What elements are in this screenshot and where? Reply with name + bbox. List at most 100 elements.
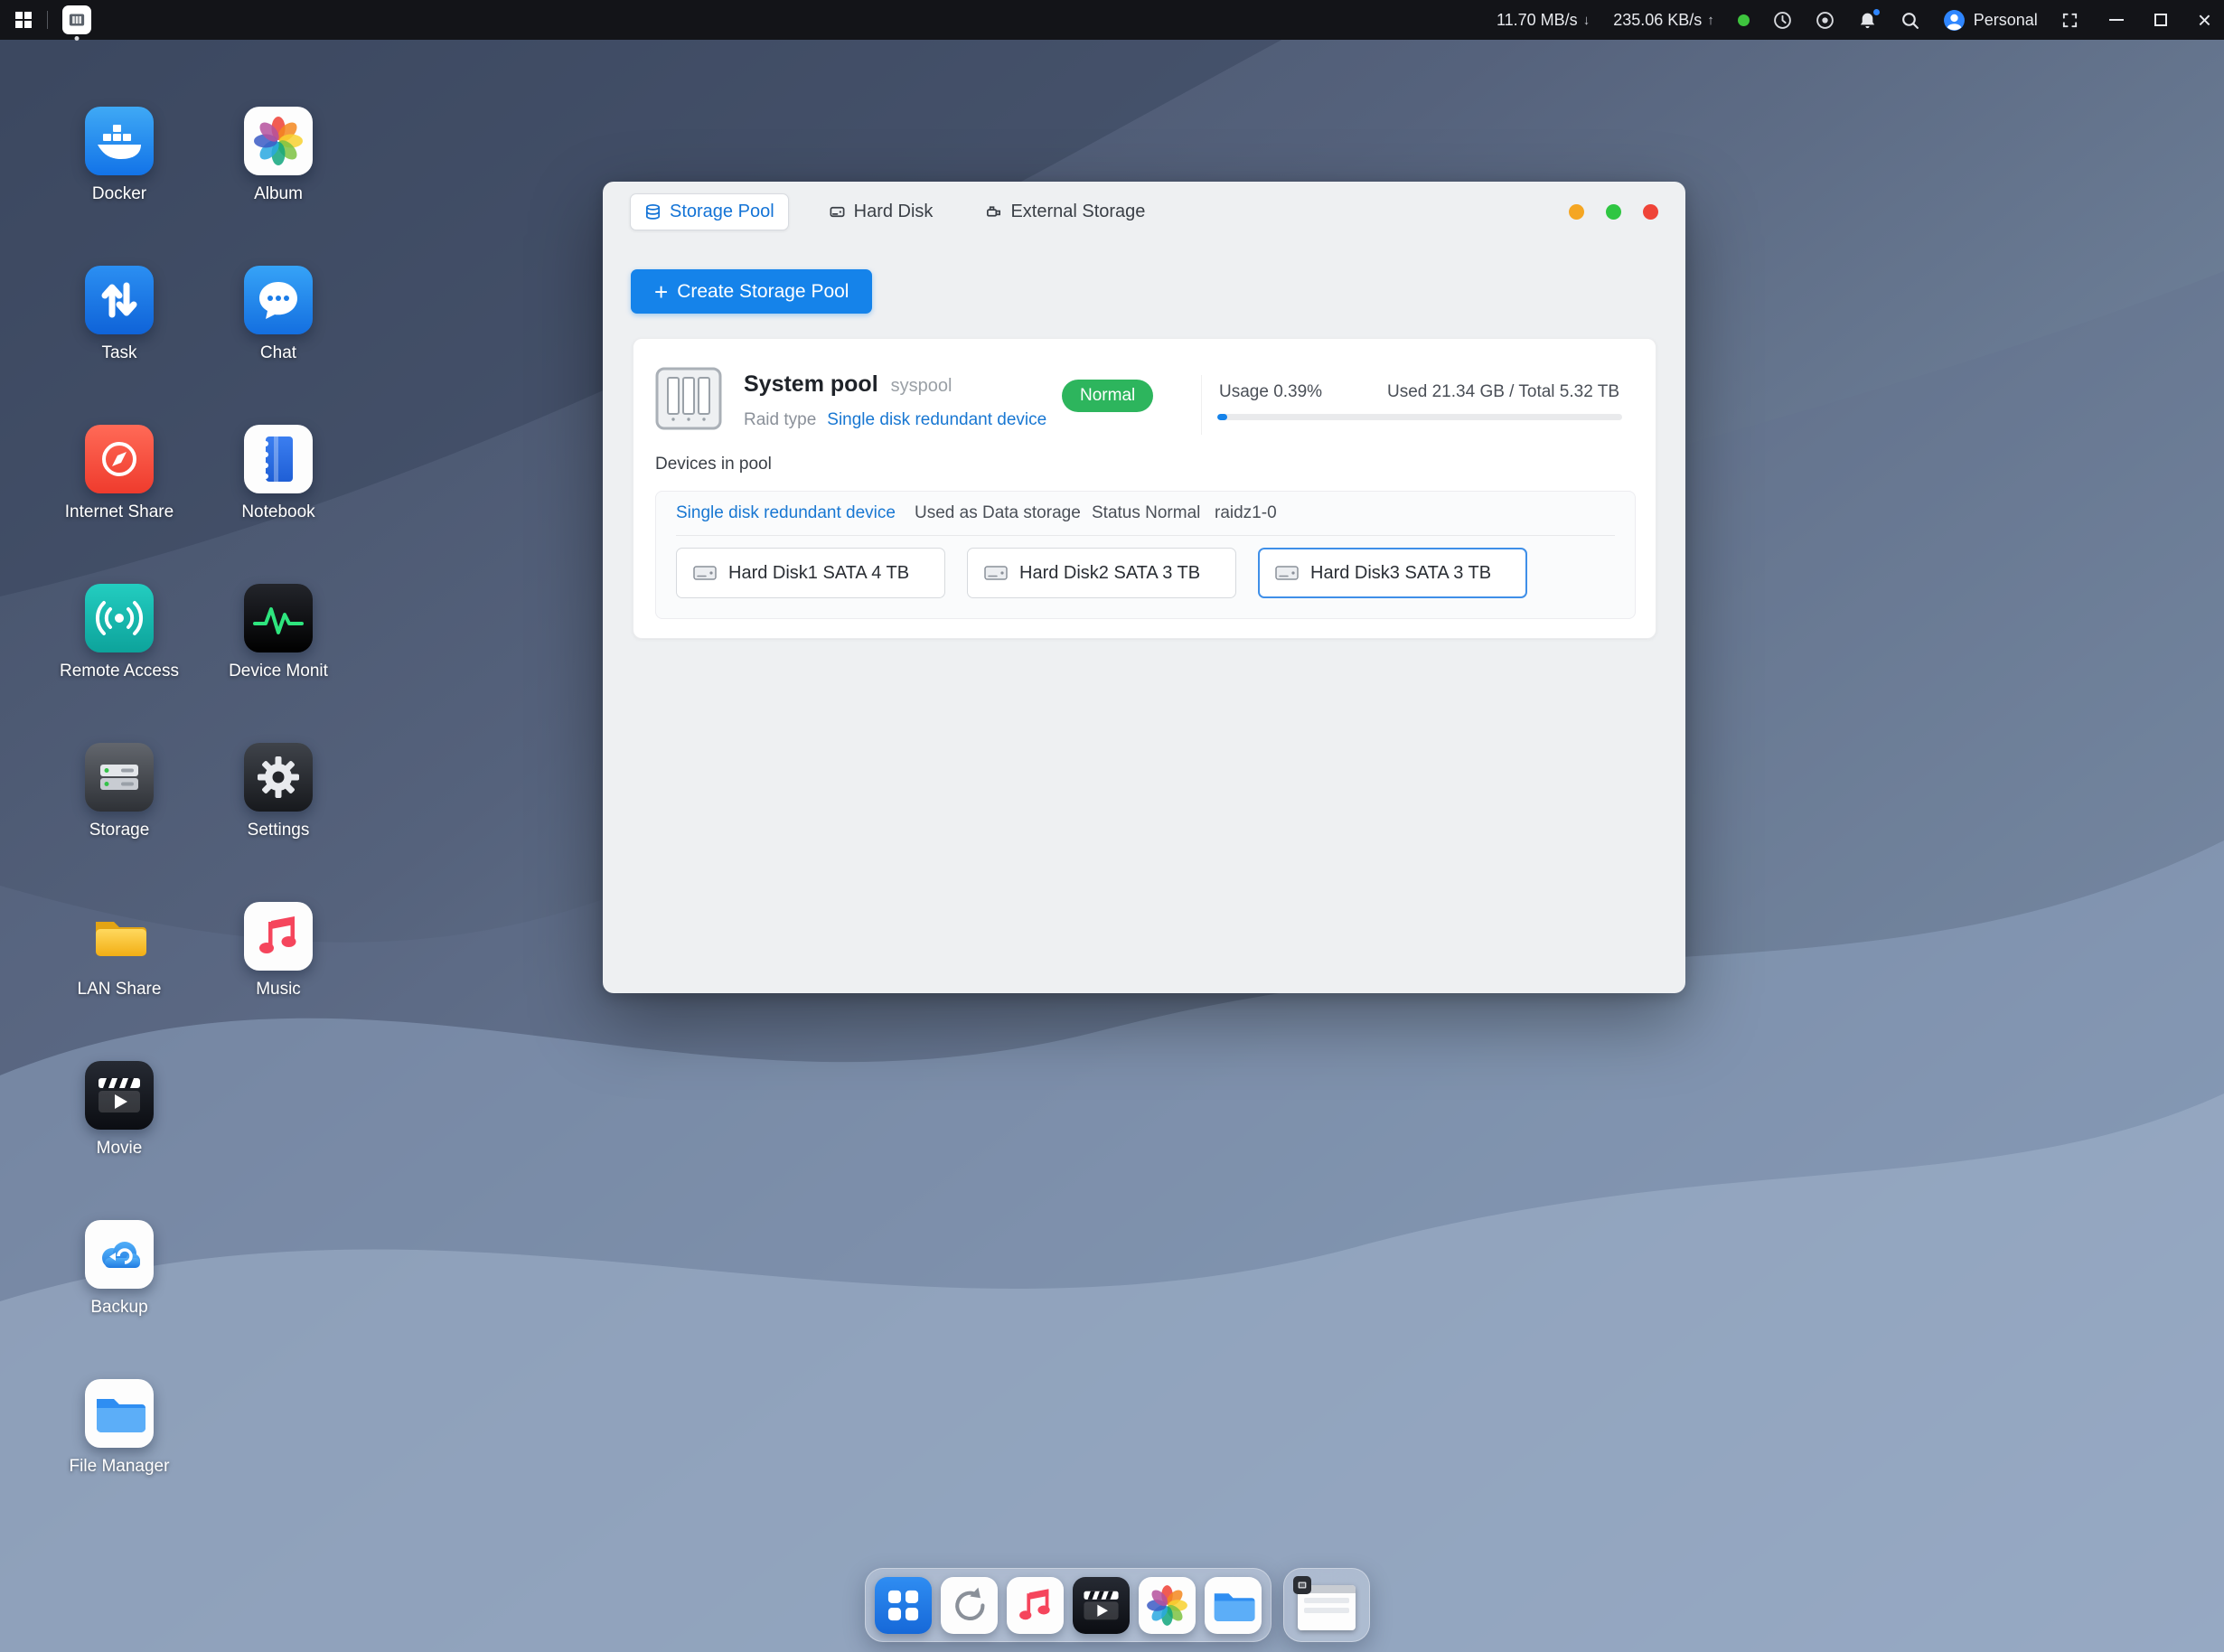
tab-label: Hard Disk bbox=[854, 202, 934, 222]
disk-chip-1[interactable]: Hard Disk1 SATA 4 TB bbox=[676, 548, 945, 598]
raid-type-link[interactable]: Single disk redundant device bbox=[827, 410, 1046, 430]
chat-bubble-icon bbox=[244, 266, 313, 334]
pool-used-total-text: Used 21.34 GB / Total 5.32 TB bbox=[1387, 382, 1619, 402]
desktop-icon-movie[interactable]: Movie bbox=[52, 1061, 187, 1220]
close-button[interactable]: × bbox=[2198, 11, 2211, 29]
pool-usage-progressbar bbox=[1217, 414, 1622, 420]
desktop-icon-chat[interactable]: Chat bbox=[211, 266, 346, 425]
tab-storage-pool[interactable]: Storage Pool bbox=[630, 193, 789, 230]
notebook-icon bbox=[244, 425, 313, 493]
compass-icon bbox=[85, 425, 154, 493]
app-grid-icon bbox=[875, 1577, 932, 1634]
avatar bbox=[1943, 9, 1966, 32]
storage-drive-icon bbox=[65, 8, 89, 32]
search-icon bbox=[1900, 11, 1919, 30]
close-traffic-button[interactable] bbox=[1643, 204, 1658, 220]
maximize-traffic-button[interactable] bbox=[1606, 204, 1621, 220]
network-download-speed: 11.70 MB/s ↓ bbox=[1497, 11, 1590, 30]
icon-label: Chat bbox=[260, 343, 296, 363]
desktop-icon-remote-access[interactable]: Remote Access bbox=[52, 584, 187, 743]
drive-stack-icon bbox=[85, 743, 154, 812]
desktop-icon-device-monitor[interactable]: Device Monit bbox=[211, 584, 346, 743]
desktop-icon-docker[interactable]: Docker bbox=[52, 107, 187, 266]
net-down-value: 11.70 MB/s bbox=[1497, 11, 1578, 30]
disk-icon bbox=[984, 564, 1008, 582]
maximize-button[interactable] bbox=[2154, 14, 2167, 26]
photos-flower-icon bbox=[1139, 1577, 1196, 1634]
blue-folder-icon bbox=[85, 1379, 154, 1448]
dock-recycle[interactable] bbox=[941, 1577, 998, 1634]
ecg-line-icon bbox=[244, 584, 313, 652]
music-note-icon bbox=[244, 902, 313, 971]
dock-movie[interactable] bbox=[1073, 1577, 1130, 1634]
pool-usage-fill bbox=[1217, 414, 1227, 420]
start-grid-icon bbox=[14, 11, 33, 29]
tab-hard-disk[interactable]: Hard Disk bbox=[816, 193, 946, 230]
storage-app-window: Storage Pool Hard Disk External Storage bbox=[603, 182, 1685, 993]
dock-window-preview[interactable] bbox=[1293, 1576, 1360, 1634]
notifications-button[interactable] bbox=[1858, 11, 1877, 30]
disk-icon bbox=[1275, 564, 1299, 582]
minimize-icon bbox=[2109, 19, 2124, 21]
pool-status-badge: Normal bbox=[1062, 380, 1153, 412]
group-raid-link[interactable]: Single disk redundant device bbox=[676, 503, 896, 523]
icon-label: Storage bbox=[89, 821, 150, 840]
icon-label: Movie bbox=[97, 1139, 143, 1159]
desktop-icon-file-manager[interactable]: File Manager bbox=[52, 1379, 187, 1538]
icon-label: Settings bbox=[248, 821, 310, 840]
desktop-icon-storage[interactable]: Storage bbox=[52, 743, 187, 902]
group-used-as: Used as Data storage bbox=[915, 503, 1081, 523]
group-divider bbox=[676, 535, 1615, 536]
minimize-button[interactable] bbox=[2109, 19, 2124, 21]
raid-group-box: Single disk redundant device Used as Dat… bbox=[655, 491, 1636, 619]
disk-chip-3[interactable]: Hard Disk3 SATA 3 TB bbox=[1258, 548, 1527, 598]
minimize-traffic-button[interactable] bbox=[1569, 204, 1584, 220]
user-menu[interactable]: Personal bbox=[1943, 9, 2038, 32]
desktop-icon-settings[interactable]: Settings bbox=[211, 743, 346, 902]
desktop-icon-album[interactable]: Album bbox=[211, 107, 346, 266]
desktop-icon-task[interactable]: Task bbox=[52, 266, 187, 425]
start-button[interactable] bbox=[14, 11, 33, 29]
dock-running-windows bbox=[1283, 1568, 1370, 1642]
hard-disk-icon bbox=[829, 203, 846, 221]
create-storage-pool-button[interactable]: + Create Storage Pool bbox=[631, 269, 872, 314]
dock-app-launcher[interactable] bbox=[875, 1577, 932, 1634]
icon-label: Remote Access bbox=[60, 662, 179, 681]
desktop-icon-music[interactable]: Music bbox=[211, 902, 346, 1061]
pool-name: System pool bbox=[744, 371, 878, 398]
resource-tray-button[interactable] bbox=[1816, 11, 1835, 30]
recycle-arrows-icon bbox=[941, 1577, 998, 1634]
upload-arrow-icon: ↑ bbox=[1707, 13, 1714, 28]
desktop-icon-backup[interactable]: Backup bbox=[52, 1220, 187, 1379]
running-storage-app-icon[interactable] bbox=[62, 5, 91, 34]
dock-music[interactable] bbox=[1007, 1577, 1064, 1634]
group-raid-id: raidz1-0 bbox=[1215, 503, 1277, 523]
icon-label: Internet Share bbox=[65, 502, 174, 522]
create-button-label: Create Storage Pool bbox=[677, 281, 849, 303]
disk-chip-2[interactable]: Hard Disk2 SATA 3 TB bbox=[967, 548, 1236, 598]
gear-icon bbox=[244, 743, 313, 812]
icon-label: File Manager bbox=[70, 1457, 170, 1477]
tab-bar: Storage Pool Hard Disk External Storage bbox=[630, 193, 1158, 230]
icon-label: Task bbox=[101, 343, 136, 363]
desktop-icon-lan-share[interactable]: LAN Share bbox=[52, 902, 187, 1061]
desktop-icon-internet-share[interactable]: Internet Share bbox=[52, 425, 187, 584]
card-vertical-separator bbox=[1201, 375, 1202, 435]
clock-tray-button[interactable] bbox=[1773, 11, 1792, 30]
tab-external-storage[interactable]: External Storage bbox=[972, 193, 1158, 230]
system-status-indicator[interactable] bbox=[1738, 14, 1750, 26]
clock-icon bbox=[1773, 11, 1792, 30]
user-label: Personal bbox=[1974, 11, 2038, 30]
dock bbox=[865, 1568, 1272, 1642]
search-button[interactable] bbox=[1900, 11, 1919, 30]
icon-label: Notebook bbox=[241, 502, 314, 522]
group-status: Status Normal bbox=[1092, 503, 1200, 523]
cloud-backup-icon bbox=[85, 1220, 154, 1289]
disk-chip-label: Hard Disk1 SATA 4 TB bbox=[728, 563, 909, 584]
dock-file-manager[interactable] bbox=[1205, 1577, 1262, 1634]
desktop-icon-notebook[interactable]: Notebook bbox=[211, 425, 346, 584]
fullscreen-button[interactable] bbox=[2061, 12, 2079, 29]
broadcast-icon bbox=[85, 584, 154, 652]
dock-album[interactable] bbox=[1139, 1577, 1196, 1634]
pool-alias: syspool bbox=[891, 376, 952, 397]
